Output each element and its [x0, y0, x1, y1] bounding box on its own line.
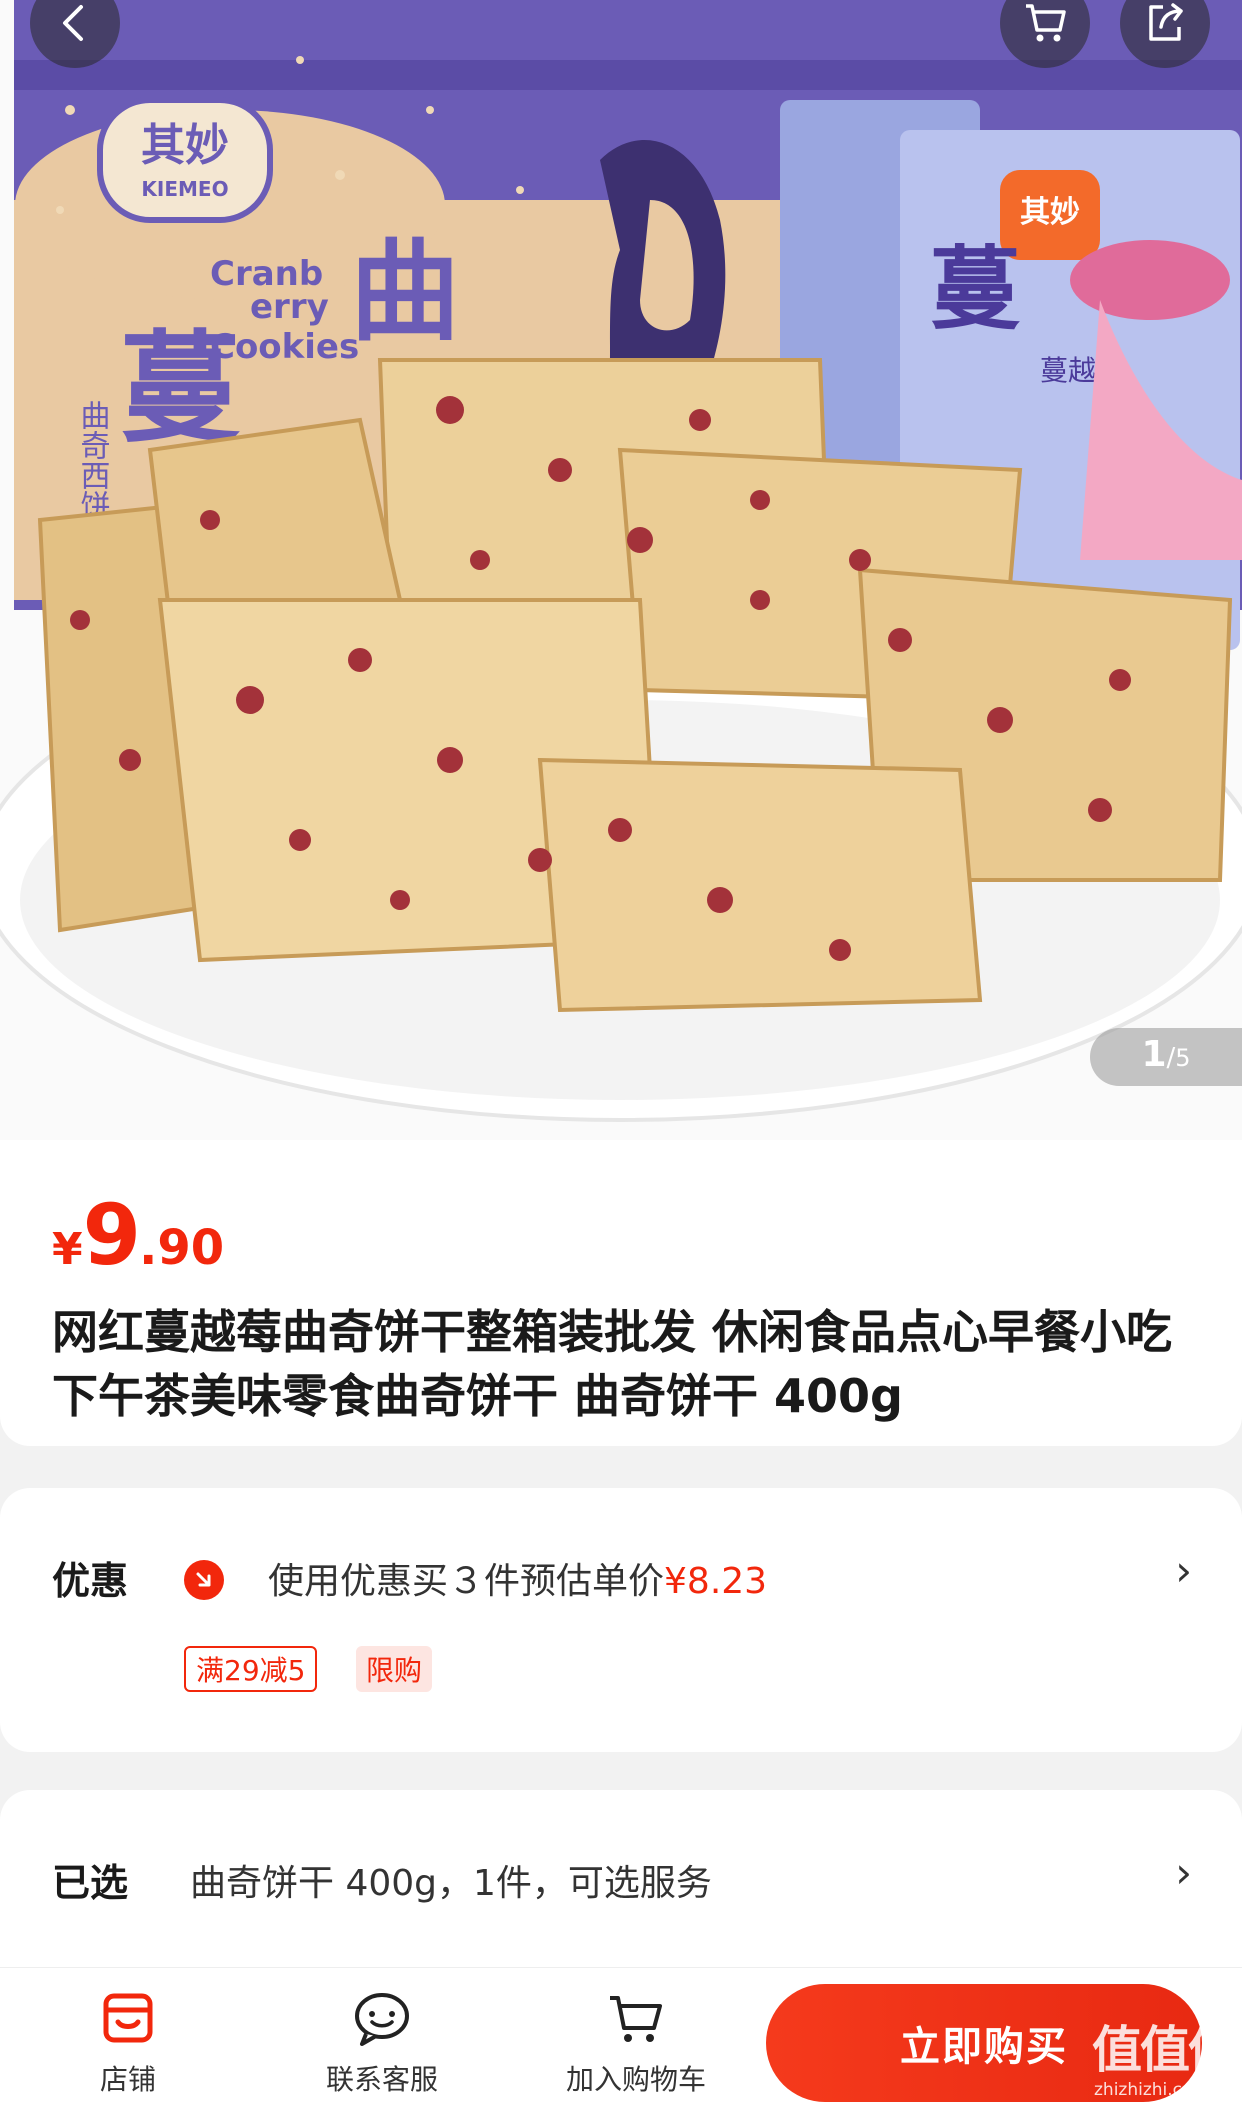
discount-arrow-icon: [184, 1560, 224, 1600]
share-icon: [1149, 3, 1183, 41]
selected-spec-text: 曲奇饼干 400g，1件，可选服务: [190, 1863, 712, 1904]
svg-text:其妙: 其妙: [1020, 195, 1080, 230]
customer-service-button[interactable]: 联系客服: [282, 1990, 482, 2098]
add-to-cart-label: 加入购物车: [565, 2063, 706, 2096]
price-integer: 9: [82, 1186, 141, 1284]
svg-text:erry: erry: [250, 287, 329, 327]
brand-logo-text: 其妙: [141, 120, 229, 171]
promo-text: 使用优惠买３件预估单价¥8.23: [268, 1552, 767, 1604]
image-counter-current: 1: [1141, 1034, 1167, 1075]
image-counter-separator: /: [1166, 1043, 1176, 1073]
price-currency: ¥: [52, 1224, 83, 1275]
cart-icon: [1026, 4, 1066, 42]
watermark-domain: zhizhizhi.com: [1094, 2080, 1209, 2100]
image-counter-total: 5: [1175, 1044, 1191, 1072]
customer-service-label: 联系客服: [325, 2063, 438, 2096]
selected-spec-row[interactable]: 已选 曲奇饼干 400g，1件，可选服务 ›: [0, 1790, 1242, 1976]
promo-description: 使用优惠买３件预估单价: [268, 1561, 665, 1602]
promo-row[interactable]: 优惠 使用优惠买３件预估单价¥8.23 › 满29减5 限购: [0, 1488, 1242, 1752]
product-title: 网红蔓越莓曲奇饼干整箱装批发 休闲食品点心早餐小吃下午茶美味零食曲奇饼干 曲奇饼…: [52, 1305, 1173, 1423]
price-card: ¥ 9 .90 网红蔓越莓曲奇饼干整箱装批发 休闲食品点心早餐小吃下午茶美味零食…: [0, 1140, 1242, 1446]
chevron-left-icon: [63, 5, 83, 41]
svg-text:KIEMEO: KIEMEO: [141, 177, 228, 201]
promo-estimate-price: ¥8.23: [664, 1561, 768, 1602]
chevron-right-icon: ›: [1175, 1546, 1192, 1595]
product-image-carousel[interactable]: 其妙 KIEMEO Cranb erry Cookies 蔓 曲 曲奇西饼 净含…: [0, 0, 1242, 1140]
shop-icon: [103, 1993, 153, 2043]
price-decimal: .90: [139, 1220, 225, 1276]
svg-text:曲奇西饼: 曲奇西饼: [75, 400, 111, 520]
svg-text:曲: 曲: [350, 228, 460, 356]
bottom-action-bar: 店铺 联系客服 加入购物车 立即购买: [0, 1967, 1242, 2107]
chevron-right-icon: ›: [1175, 1848, 1192, 1897]
coupon-tag: 满29减5: [184, 1646, 318, 1692]
shop-label: 店铺: [99, 2063, 156, 2096]
promo-label: 优惠: [52, 1559, 129, 1603]
product-photo: 其妙 KIEMEO Cranb erry Cookies 蔓 曲 曲奇西饼 净含…: [0, 0, 1242, 1140]
image-counter: 1 / 5: [1090, 1028, 1242, 1086]
chat-icon: [355, 1993, 409, 2046]
shop-button[interactable]: 店铺: [28, 1990, 228, 2098]
watermark-text: 值值值: [1092, 2021, 1238, 2079]
limit-tag: 限购: [356, 1646, 433, 1692]
cart-icon: [610, 1996, 662, 2042]
add-to-cart-button[interactable]: 加入购物车: [536, 1990, 736, 2098]
svg-text:蔓: 蔓: [930, 237, 1020, 342]
price: ¥ 9 .90: [52, 1186, 224, 1284]
selected-label: 已选: [52, 1861, 129, 1905]
